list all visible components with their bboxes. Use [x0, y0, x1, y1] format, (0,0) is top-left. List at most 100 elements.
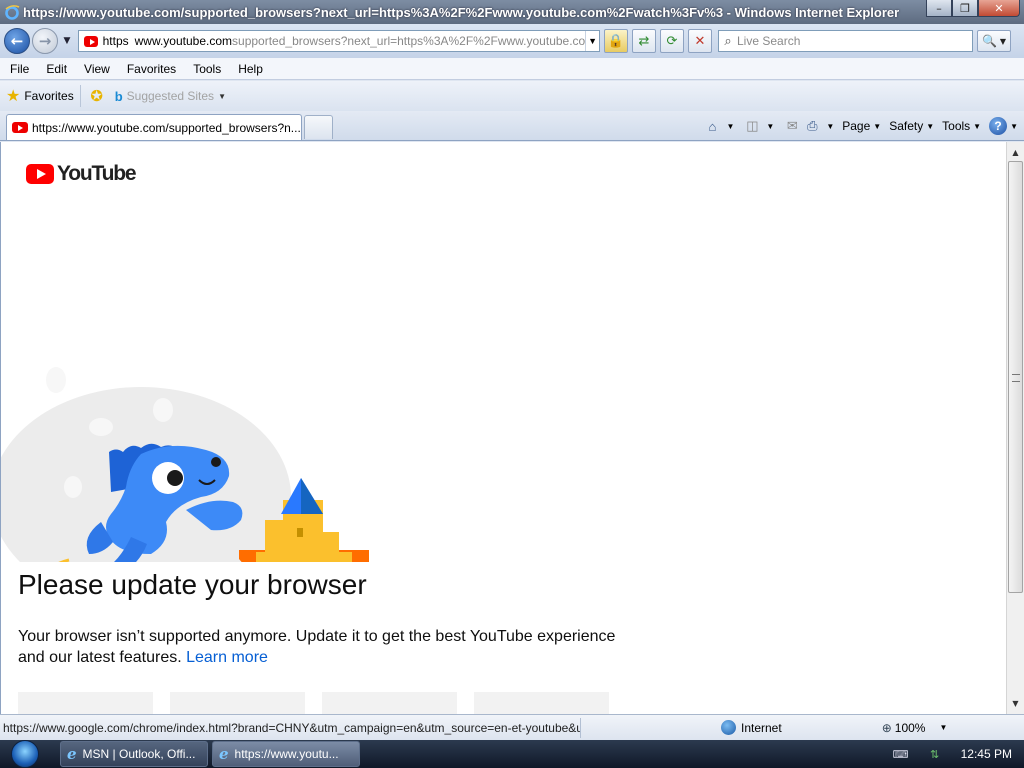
vertical-scrollbar[interactable]: ▲ ▼: [1006, 142, 1024, 714]
forward-arrow-icon: →: [38, 32, 52, 50]
new-tab-button[interactable]: [304, 115, 333, 139]
address-dropdown-icon[interactable]: ▼: [585, 31, 599, 51]
window-title-bar[interactable]: https://www.youtube.com/supported_browse…: [0, 0, 1024, 24]
add-to-favorites-icon[interactable]: ✪: [87, 86, 107, 106]
windows-logo-icon: [11, 740, 39, 768]
taskbar-item-label: MSN | Outlook, Offi...: [82, 747, 196, 761]
youtube-logo-text: YouTube: [57, 162, 137, 185]
back-arrow-icon: ←: [10, 32, 24, 50]
command-bar: ⌂ ▼ ◫ ▼ ✉ ⎙ ▼ Page ▼ Safety ▼ Tools ▼ ? ▼: [702, 115, 1018, 137]
safety-menu[interactable]: Safety: [889, 119, 923, 133]
menu-view[interactable]: View: [77, 62, 117, 76]
back-button[interactable]: ←: [4, 28, 30, 54]
favorites-button[interactable]: Favorites: [24, 89, 73, 103]
menu-file[interactable]: File: [3, 62, 36, 76]
tools-menu[interactable]: Tools: [942, 119, 970, 133]
browser-option-card[interactable]: [322, 692, 457, 714]
security-zone-label: Internet: [741, 720, 782, 735]
zoom-icon: ⊕: [881, 720, 892, 735]
home-dropdown-icon[interactable]: ▼: [726, 122, 734, 131]
help-dropdown-icon[interactable]: ▼: [1010, 122, 1018, 131]
page-message: Your browser isn’t supported anymore. Up…: [18, 626, 618, 668]
feeds-icon[interactable]: ◫: [742, 117, 762, 135]
minimize-button[interactable]: –: [926, 0, 952, 17]
taskbar-item-label: https://www.youtu...: [234, 747, 339, 761]
address-scheme: https: [102, 34, 129, 48]
suggested-sites-dropdown-icon[interactable]: ▼: [218, 92, 226, 101]
taskbar-item-youtube[interactable]: e https://www.youtu...: [212, 741, 360, 767]
tab-title: https://www.youtube.com/supported_browse…: [32, 120, 301, 135]
scroll-down-icon[interactable]: ▼: [1007, 695, 1024, 712]
compatibility-view-icon[interactable]: ⇄: [632, 29, 656, 53]
menu-help[interactable]: Help: [231, 62, 270, 76]
print-dropdown-icon[interactable]: ▼: [826, 122, 834, 131]
update-browser-illustration: [1, 367, 369, 562]
status-bar: https://www.google.com/chrome/index.html…: [0, 714, 1024, 740]
address-domain: www.youtube.com: [134, 34, 233, 48]
windows-taskbar: e MSN | Outlook, Offi... e https://www.y…: [0, 740, 1024, 768]
stop-icon[interactable]: ✕: [688, 29, 712, 53]
zoom-control[interactable]: ⊕ 100% ▼: [882, 721, 948, 735]
menu-tools[interactable]: Tools: [186, 62, 228, 76]
system-tray: ⌨ ⇅ 12:45 PM: [893, 740, 1024, 768]
network-icon[interactable]: ⇅: [927, 747, 943, 761]
refresh-icon[interactable]: ⟳: [660, 29, 684, 53]
browser-option-card[interactable]: [170, 692, 305, 714]
learn-more-link[interactable]: Learn more: [186, 649, 268, 666]
search-placeholder: Live Search: [737, 34, 801, 48]
recent-pages-dropdown[interactable]: ▼: [60, 34, 74, 48]
menu-bar: File Edit View Favorites Tools Help: [0, 58, 1024, 80]
search-input[interactable]: ⌕ Live Search: [718, 30, 973, 52]
browser-option-card[interactable]: [18, 692, 153, 714]
close-button[interactable]: ✕: [978, 0, 1020, 17]
youtube-logo[interactable]: YouTube: [26, 162, 137, 186]
youtube-play-icon: [26, 164, 54, 184]
ie-taskbar-icon: e: [219, 745, 229, 763]
feeds-dropdown-icon[interactable]: ▼: [766, 122, 774, 131]
search-button[interactable]: 🔍 ▼: [977, 30, 1011, 52]
page-viewport: YouTube Please update your browser Your …: [0, 142, 1006, 714]
ie-logo-icon: [5, 5, 20, 20]
favorites-star-icon: ★: [6, 88, 21, 105]
clock[interactable]: 12:45 PM: [961, 747, 1012, 761]
home-icon[interactable]: ⌂: [702, 117, 722, 135]
taskbar-item-msn[interactable]: e MSN | Outlook, Offi...: [60, 741, 208, 767]
status-url: https://www.google.com/chrome/index.html…: [3, 720, 580, 735]
suggested-sites-link[interactable]: Suggested Sites: [127, 89, 214, 103]
status-separator: [580, 717, 581, 738]
help-icon[interactable]: ?: [989, 117, 1008, 135]
tools-dropdown-icon[interactable]: ▼: [973, 122, 981, 131]
page-menu[interactable]: Page: [842, 119, 870, 133]
browser-options: [18, 692, 609, 714]
tab-favicon-icon: [12, 122, 28, 133]
print-icon[interactable]: ⎙: [802, 117, 822, 135]
zoom-dropdown-icon[interactable]: ▼: [939, 723, 947, 732]
maximize-button[interactable]: ❐: [952, 0, 978, 17]
menu-favorites[interactable]: Favorites: [120, 62, 183, 76]
favorites-separator: [79, 85, 81, 107]
mail-icon[interactable]: ✉: [782, 117, 802, 135]
keyboard-icon[interactable]: ⌨: [893, 747, 909, 761]
window-title: https://www.youtube.com/supported_browse…: [23, 4, 900, 20]
internet-globe-icon: [721, 720, 736, 735]
scroll-up-icon[interactable]: ▲: [1007, 144, 1024, 161]
zoom-level: 100%: [894, 720, 926, 735]
menu-edit[interactable]: Edit: [39, 62, 74, 76]
browser-option-card[interactable]: [474, 692, 609, 714]
live-search-icon: ⌕: [724, 33, 732, 48]
tab-bar: https://www.youtube.com/supported_browse…: [0, 111, 1024, 141]
address-bar[interactable]: https www.youtube.com supported_browsers…: [78, 30, 600, 52]
favorites-bar: ★ Favorites ✪ b Suggested Sites ▼: [0, 81, 1024, 111]
page-dropdown-icon[interactable]: ▼: [873, 122, 881, 131]
security-zone[interactable]: Internet: [721, 720, 782, 735]
safety-dropdown-icon[interactable]: ▼: [926, 122, 934, 131]
message-text: Your browser isn’t supported anymore. Up…: [18, 628, 616, 666]
tab-youtube[interactable]: https://www.youtube.com/supported_browse…: [6, 114, 302, 140]
forward-button[interactable]: →: [32, 28, 58, 54]
security-lock-icon[interactable]: 🔒: [604, 29, 628, 53]
navigation-bar: ← → ▼ https www.youtube.com supported_br…: [0, 24, 1024, 58]
start-button[interactable]: [0, 740, 50, 768]
ie-taskbar-icon: e: [67, 745, 77, 763]
scroll-grip-icon: [1012, 374, 1020, 382]
scroll-thumb[interactable]: [1008, 161, 1023, 593]
